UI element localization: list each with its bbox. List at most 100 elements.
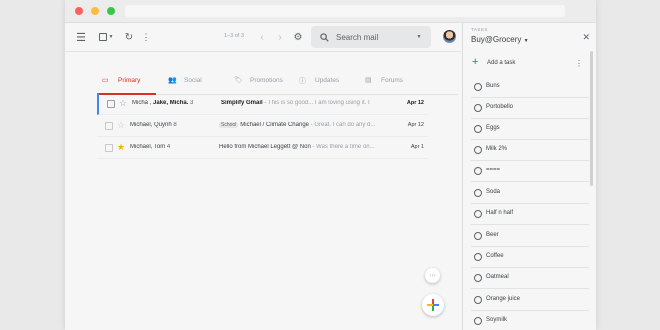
email-subject: Hello from Michael Leggett @ Non [219, 144, 311, 150]
task-item[interactable]: Half n half [471, 203, 589, 225]
task-title: Buns [486, 83, 500, 89]
thread-count: 8 [173, 122, 177, 128]
more-options-button[interactable]: ··· [425, 268, 440, 283]
star-icon[interactable]: ☆ [119, 97, 127, 109]
email-subject: Simplify Gmail [221, 100, 263, 106]
checkbox-icon [98, 33, 107, 41]
task-complete-toggle[interactable] [474, 210, 482, 218]
task-title: Soda [486, 189, 501, 195]
tab-social[interactable]: 👥 Social [168, 68, 228, 94]
tab-promotions[interactable]: 🏷 Promotions [234, 68, 294, 94]
tab-forums-label: Forums [381, 77, 404, 84]
compose-button[interactable] [422, 294, 444, 316]
task-item[interactable]: Coffee [471, 246, 589, 268]
sender-names: Micha , [132, 100, 154, 106]
tasks-scrollbar[interactable] [590, 51, 593, 186]
email-sender: Michael, Quynh 8 [130, 122, 215, 128]
task-title: Orange juice [486, 296, 521, 302]
sender-names: Michael, Quynh [130, 122, 172, 128]
task-complete-toggle[interactable] [474, 125, 482, 133]
minimize-window-button[interactable] [91, 7, 99, 15]
settings-gear-icon[interactable]: ⚙ [292, 31, 304, 43]
task-item[interactable]: Portobello [471, 97, 589, 119]
email-row[interactable]: ☆ Michael, Quynh 8 School Michael / Clima… [97, 115, 428, 137]
close-icon[interactable]: ✕ [582, 32, 590, 43]
task-list-selector[interactable]: Buy@Grocery ▼ [471, 35, 529, 44]
task-item[interactable]: Orange juice [471, 289, 589, 311]
tasks-panel: TASKS Buy@Grocery ▼ ✕ + Add a task ⋮ Bun… [462, 23, 596, 330]
task-item[interactable]: ==== [471, 160, 589, 182]
email-list: ☆ Micha , Jake, Micha. 3 Simplify Gmail … [97, 93, 428, 159]
sender-names: Michael, Tom [130, 144, 166, 150]
task-complete-toggle[interactable] [474, 317, 482, 325]
task-item[interactable]: Milk 2% [471, 139, 589, 161]
task-complete-toggle[interactable] [474, 83, 482, 91]
search-options-chevron-icon[interactable]: ▼ [414, 32, 424, 42]
task-item[interactable]: Buns [471, 76, 589, 98]
people-icon: 👥 [168, 77, 177, 84]
search-bar[interactable]: Search mail ▼ [311, 26, 431, 48]
row-checkbox[interactable] [105, 122, 113, 130]
search-input[interactable]: Search mail [336, 33, 378, 42]
more-vert-icon[interactable]: ⋮ [141, 31, 151, 43]
email-sender: Michael, Tom 4 [130, 144, 215, 150]
tab-social-label: Social [184, 77, 202, 84]
account-avatar[interactable] [443, 30, 456, 43]
tab-promotions-label: Promotions [250, 77, 283, 84]
task-complete-toggle[interactable] [474, 274, 482, 282]
plus-icon: + [472, 56, 479, 68]
task-title: Coffee [486, 253, 504, 259]
task-item[interactable]: Soymilk [471, 310, 589, 330]
toolbar-divider [65, 51, 461, 52]
task-complete-toggle[interactable] [474, 232, 482, 240]
task-title: Beer [486, 232, 499, 238]
forum-icon: ▤ [365, 77, 372, 84]
chevron-down-icon: ▼ [108, 34, 114, 40]
email-date: Apr 12 [407, 122, 424, 128]
tab-updates[interactable]: ⓘ Updates [299, 68, 354, 94]
tab-primary-label: Primary [118, 77, 141, 84]
task-item[interactable]: Beer [471, 225, 589, 247]
email-sender: Micha , Jake, Micha. 3 [132, 100, 217, 106]
task-complete-toggle[interactable] [474, 253, 482, 261]
label-badge[interactable]: School [219, 122, 239, 128]
task-complete-toggle[interactable] [474, 104, 482, 112]
title-bar [65, 0, 596, 23]
sender-names-unread: Jake, Micha. [153, 100, 189, 106]
task-item[interactable]: Eggs [471, 118, 589, 140]
task-complete-toggle[interactable] [474, 296, 482, 304]
more-horiz-icon: ··· [429, 272, 436, 279]
chevron-down-icon: ▼ [523, 38, 529, 44]
add-task-button[interactable]: + Add a task ⋮ [463, 53, 593, 75]
tab-forums[interactable]: ▤ Forums [365, 68, 420, 94]
task-complete-toggle[interactable] [474, 167, 482, 175]
tab-primary[interactable]: ▭ Primary [98, 68, 156, 95]
task-title: Milk 2% [486, 146, 508, 152]
app-window: ☰ ▼ ↻ ⋮ 1–3 of 3 ‹ › ⚙ Search mail ▼ ▭ P… [65, 0, 596, 330]
star-icon[interactable]: ★ [117, 141, 125, 153]
chevron-left-icon[interactable]: ‹ [257, 31, 267, 43]
chevron-right-icon[interactable]: › [275, 31, 285, 43]
email-row[interactable]: ☆ Micha , Jake, Micha. 3 Simplify Gmail … [97, 93, 428, 115]
email-subject-line: Hello from Michael Leggett @ Non - Was t… [219, 144, 399, 150]
task-title: Portobello [486, 104, 514, 110]
address-bar[interactable] [125, 5, 565, 17]
menu-icon[interactable]: ☰ [75, 31, 87, 44]
star-icon[interactable]: ☆ [117, 119, 125, 131]
task-item[interactable]: Oatmeal [471, 267, 589, 289]
tag-icon: 🏷 [234, 77, 243, 84]
maximize-window-button[interactable] [107, 7, 115, 15]
close-window-button[interactable] [75, 7, 83, 15]
email-snippet: - Was there a time on... [310, 144, 375, 150]
row-checkbox[interactable] [105, 144, 113, 152]
more-vert-icon[interactable]: ⋮ [575, 59, 583, 68]
task-complete-toggle[interactable] [474, 146, 482, 154]
task-complete-toggle[interactable] [474, 189, 482, 197]
task-item[interactable]: Soda [471, 182, 589, 204]
row-checkbox[interactable] [107, 100, 115, 108]
task-title: Eggs [486, 125, 500, 131]
email-subject-line: Simplify Gmail - This is so good... I am… [221, 100, 401, 106]
email-row[interactable]: ★ Michael, Tom 4 Hello from Michael Legg… [97, 137, 428, 159]
refresh-icon[interactable]: ↻ [123, 31, 135, 43]
select-all-checkbox[interactable]: ▼ [98, 31, 114, 43]
